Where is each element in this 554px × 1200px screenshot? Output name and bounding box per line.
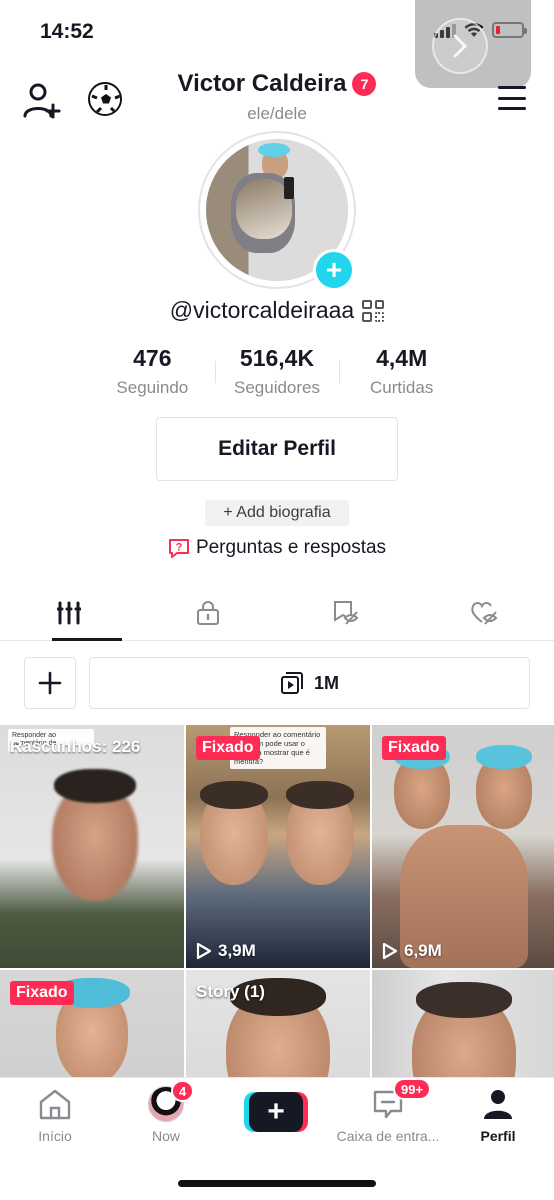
stat-following[interactable]: 476 Seguindo — [90, 345, 215, 401]
nav-inbox-badge: 99+ — [393, 1078, 432, 1100]
add-story-button[interactable]: + — [313, 249, 355, 291]
status-bar: 14:52 — [0, 0, 554, 88]
profile-stats: 476 Seguindo 516,4K Seguidores 4,4M Curt… — [90, 345, 464, 401]
stat-following-value: 476 — [133, 345, 172, 371]
video-tile[interactable]: Fixado — [0, 970, 184, 1077]
playlist-icon — [280, 672, 303, 694]
stat-followers[interactable]: 516,4K Seguidores — [214, 345, 340, 401]
tab-private[interactable] — [139, 585, 278, 640]
add-video-button[interactable] — [24, 657, 76, 709]
tab-liked[interactable] — [416, 585, 554, 640]
username-row: @victorcaldeiraaa — [0, 297, 554, 324]
grid-icon — [57, 601, 82, 624]
nav-profile[interactable]: Perfil — [443, 1086, 553, 1144]
stat-followers-value: 516,4K — [239, 345, 315, 371]
hamburger-menu-icon[interactable] — [498, 86, 526, 110]
playlist-button[interactable]: 1M — [89, 657, 530, 709]
view-count: 6,9M — [382, 941, 442, 961]
stat-followers-label: Seguidores — [234, 378, 321, 397]
username: @victorcaldeiraaa — [169, 297, 355, 323]
plus-icon — [38, 671, 62, 695]
pinned-badge: Fixado — [10, 981, 74, 1005]
stat-likes-value: 4,4M — [376, 345, 428, 371]
video-toolbar: 1M — [0, 657, 554, 709]
add-bio-button[interactable]: + Add biografia — [205, 500, 349, 526]
profile-icon — [484, 1090, 512, 1119]
pinned-badge: Fixado — [196, 736, 260, 760]
create-button[interactable]: + — [244, 1092, 308, 1132]
stat-following-label: Seguindo — [116, 378, 189, 397]
video-tile[interactable] — [372, 970, 554, 1077]
video-tile[interactable]: Fixado 6,9M — [372, 725, 554, 968]
profile-name: Victor Caldeira — [177, 70, 347, 97]
nav-now-label: Now — [151, 1128, 180, 1144]
hidden-heart-icon — [471, 601, 498, 625]
video-tile-drafts[interactable]: Responder ao comentário de ... Rascunhos… — [0, 725, 184, 968]
view-count-value: 6,9M — [404, 941, 442, 960]
nav-profile-label: Perfil — [480, 1128, 516, 1144]
name-notification-badge[interactable]: 7 — [352, 72, 377, 96]
video-grid: Responder ao comentário de ... Rascunhos… — [0, 725, 554, 1077]
stat-likes-label: Curtidas — [370, 378, 434, 397]
hidden-bookmark-icon — [334, 600, 359, 625]
create-icon: + — [249, 1092, 303, 1132]
view-count: 3,9M — [196, 941, 256, 961]
play-icon — [382, 942, 398, 960]
nav-inbox[interactable]: 99+ Caixa de entra... — [333, 1078, 443, 1144]
pinned-badge: Fixado — [382, 736, 446, 760]
battery-icon — [492, 22, 527, 38]
nav-now[interactable]: 4 Now — [111, 1080, 221, 1144]
qr-code-icon[interactable] — [362, 299, 385, 322]
playlist-count: 1M — [313, 672, 339, 693]
home-indicator — [178, 1180, 376, 1187]
svg-text:?: ? — [176, 542, 183, 554]
stat-likes[interactable]: 4,4M Curtidas — [339, 345, 464, 401]
view-count-value: 3,9M — [218, 941, 256, 960]
profile-header: Victor Caldeira 7 ele/dele — [0, 70, 554, 130]
nav-now-badge: 4 — [171, 1080, 195, 1102]
home-icon — [39, 1089, 71, 1120]
video-tile-story[interactable]: Story (1) — [186, 970, 370, 1077]
chevron-right-icon — [453, 34, 468, 58]
nav-home[interactable]: Início — [0, 1086, 110, 1144]
profile-tabs — [0, 585, 554, 641]
name-block: Victor Caldeira 7 ele/dele — [0, 70, 554, 124]
play-icon — [196, 942, 212, 960]
lock-icon — [196, 600, 219, 625]
story-label: Story (1) — [196, 982, 265, 1001]
pronouns: ele/dele — [247, 104, 307, 123]
qa-label: Perguntas e respostas — [195, 537, 387, 558]
status-time: 14:52 — [40, 20, 94, 43]
edit-profile-button[interactable]: Editar Perfil — [156, 417, 398, 481]
question-icon: ? — [168, 539, 189, 558]
qa-link[interactable]: ? Perguntas e respostas — [0, 537, 554, 559]
tab-videos[interactable] — [0, 585, 139, 641]
nav-inbox-label: Caixa de entra... — [336, 1128, 440, 1144]
video-tile[interactable]: Responder ao comentário de ... em pode u… — [186, 725, 370, 968]
tab-reposts[interactable] — [277, 585, 416, 640]
drafts-label: Rascunhos: 226 — [10, 737, 141, 756]
nav-home-label: Início — [38, 1128, 72, 1144]
assistive-touch-button[interactable] — [432, 18, 488, 74]
